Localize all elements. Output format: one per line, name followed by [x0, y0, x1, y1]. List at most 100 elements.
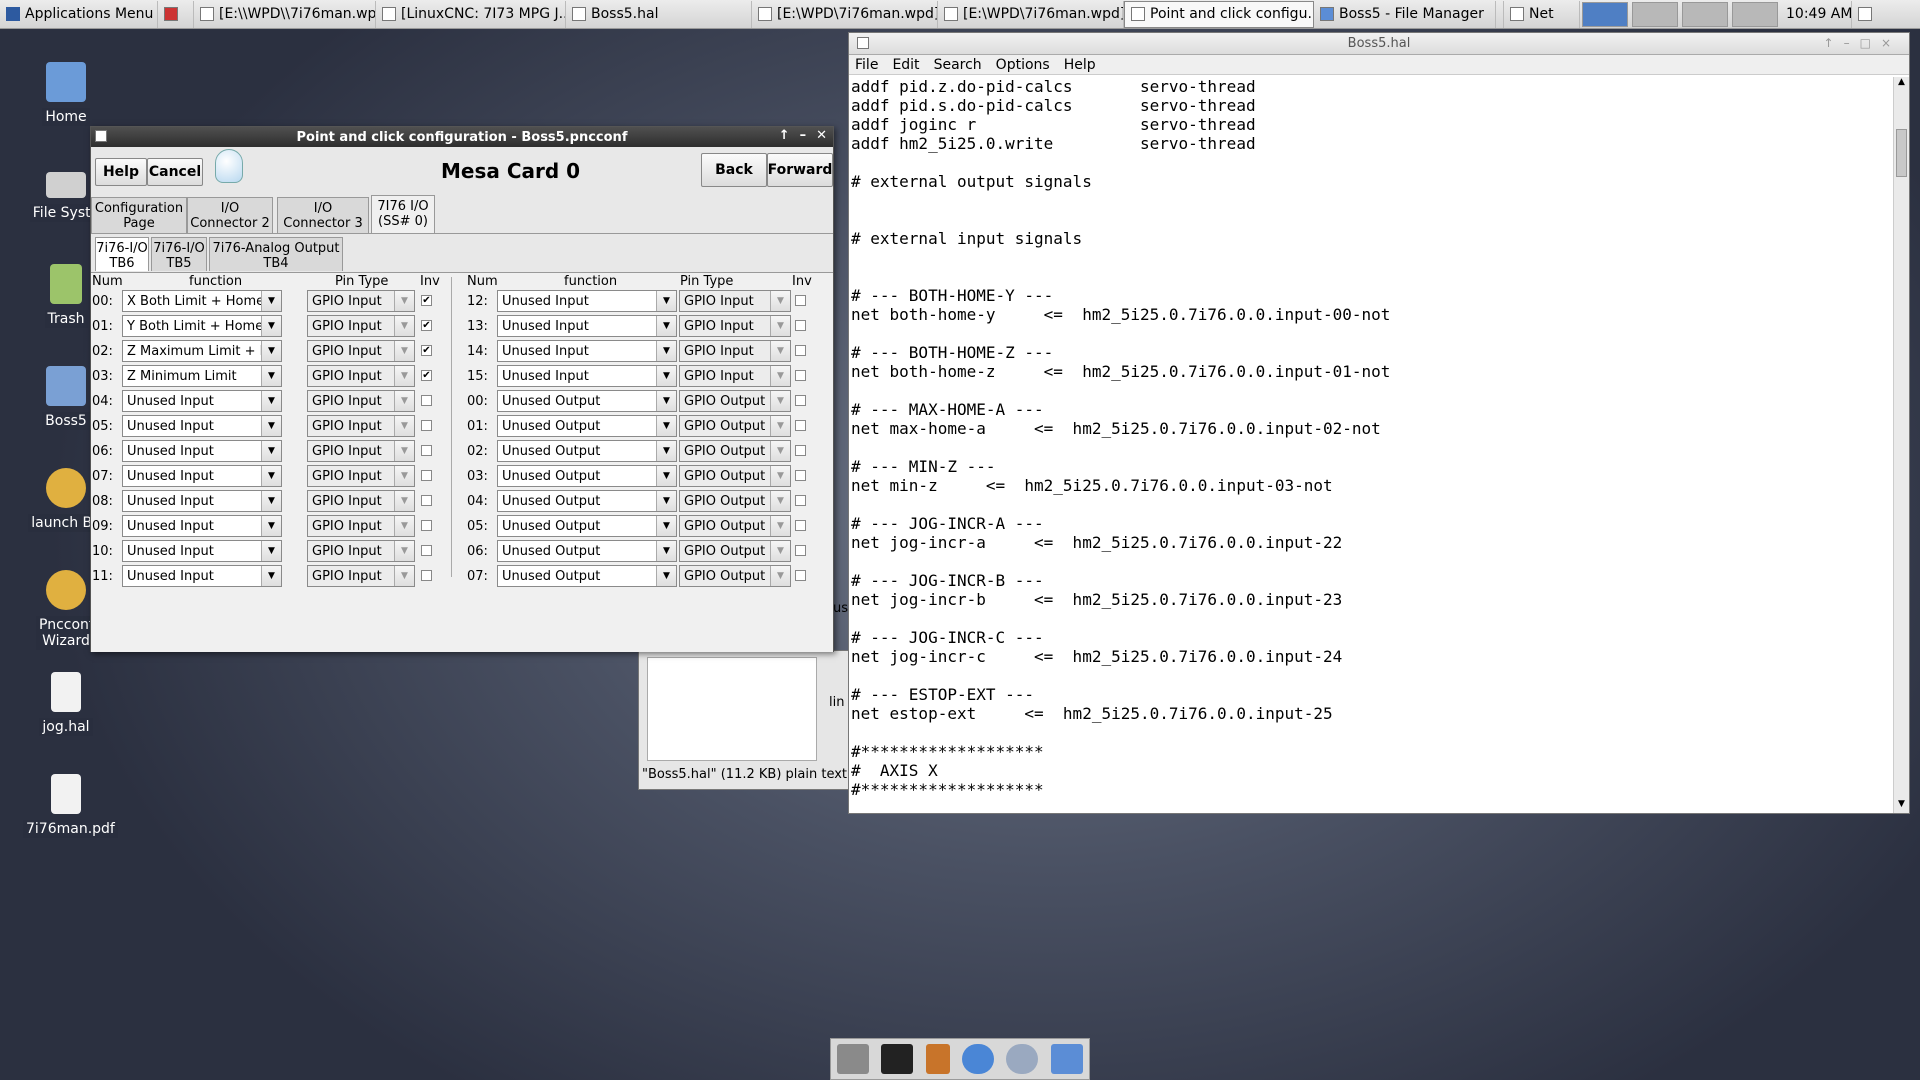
- pintype-combo[interactable]: GPIO Input ▼: [679, 340, 791, 362]
- maximize-icon[interactable]: ↑: [779, 128, 790, 143]
- dropdown-arrow-icon[interactable]: ▼: [656, 366, 676, 386]
- pintype-combo[interactable]: GPIO Input ▼: [679, 365, 791, 387]
- web-browser-icon[interactable]: [962, 1044, 995, 1074]
- workspace-1[interactable]: [1582, 1, 1628, 27]
- forward-button[interactable]: Forward: [767, 153, 833, 187]
- dropdown-arrow-icon[interactable]: ▼: [261, 291, 281, 311]
- pintype-combo[interactable]: GPIO Input ▼: [679, 315, 791, 337]
- dropdown-arrow-icon[interactable]: ▼: [770, 541, 790, 561]
- dropdown-arrow-icon[interactable]: ▼: [261, 566, 281, 586]
- invert-checkbox[interactable]: [421, 545, 432, 556]
- subtab-tb6[interactable]: 7i76-I/O TB6: [95, 237, 149, 271]
- function-combo[interactable]: Unused Input ▼: [122, 465, 282, 487]
- menu-help[interactable]: Help: [1064, 57, 1096, 73]
- dropdown-arrow-icon[interactable]: ▼: [770, 566, 790, 586]
- dropdown-arrow-icon[interactable]: ▼: [394, 541, 414, 561]
- pintype-combo[interactable]: GPIO Input ▼: [679, 290, 791, 312]
- dropdown-arrow-icon[interactable]: ▼: [394, 516, 414, 536]
- function-combo[interactable]: Unused Input ▼: [122, 390, 282, 412]
- dropdown-arrow-icon[interactable]: ▼: [770, 291, 790, 311]
- dropdown-arrow-icon[interactable]: ▼: [770, 416, 790, 436]
- pintype-combo[interactable]: GPIO Output ▼: [679, 465, 791, 487]
- editor-text-area[interactable]: addf pid.z.do-pid-calcs servo-thread addf…: [851, 77, 1891, 807]
- dropdown-arrow-icon[interactable]: ▼: [261, 316, 281, 336]
- cancel-button[interactable]: Cancel: [147, 158, 203, 186]
- function-combo[interactable]: Unused Input ▼: [122, 515, 282, 537]
- pintype-combo[interactable]: GPIO Input ▼: [307, 490, 415, 512]
- tab-io-connector-2[interactable]: I/O Connector 2: [187, 197, 273, 233]
- function-combo[interactable]: Unused Input ▼: [122, 415, 282, 437]
- window-controls[interactable]: ↑–□×: [1824, 36, 1901, 50]
- dropdown-arrow-icon[interactable]: ▼: [261, 441, 281, 461]
- scroll-thumb[interactable]: [1896, 129, 1907, 177]
- invert-checkbox[interactable]: [795, 470, 806, 481]
- dropdown-arrow-icon[interactable]: ▼: [656, 441, 676, 461]
- clock[interactable]: 10:49 AM: [1780, 0, 1852, 28]
- function-combo[interactable]: Unused Input ▼: [122, 440, 282, 462]
- terminal-icon[interactable]: [881, 1044, 914, 1074]
- menu-options[interactable]: Options: [996, 57, 1050, 73]
- dropdown-arrow-icon[interactable]: ▼: [770, 316, 790, 336]
- pintype-combo[interactable]: GPIO Output ▼: [679, 490, 791, 512]
- dropdown-arrow-icon[interactable]: ▼: [656, 466, 676, 486]
- pintype-combo[interactable]: GPIO Input ▼: [307, 540, 415, 562]
- task-button-0[interactable]: [E:\\WPD\\7i76man.wp...: [194, 0, 376, 28]
- invert-checkbox[interactable]: ✔: [421, 295, 432, 306]
- task-button-5[interactable]: Point and click configu...: [1124, 0, 1314, 28]
- menu-file[interactable]: File: [855, 57, 878, 73]
- dropdown-arrow-icon[interactable]: ▼: [656, 416, 676, 436]
- dropdown-arrow-icon[interactable]: ▼: [394, 566, 414, 586]
- pintype-combo[interactable]: GPIO Output ▼: [679, 515, 791, 537]
- dropdown-arrow-icon[interactable]: ▼: [770, 341, 790, 361]
- dropdown-arrow-icon[interactable]: ▼: [656, 291, 676, 311]
- dropdown-arrow-icon[interactable]: ▼: [770, 466, 790, 486]
- dropdown-arrow-icon[interactable]: ▼: [261, 341, 281, 361]
- invert-checkbox[interactable]: [421, 520, 432, 531]
- pintype-combo[interactable]: GPIO Input ▼: [307, 415, 415, 437]
- desktop-icon-pdf[interactable]: 7i76man.pdf: [23, 774, 118, 838]
- dropdown-arrow-icon[interactable]: ▼: [656, 566, 676, 586]
- dropdown-arrow-icon[interactable]: ▼: [656, 491, 676, 511]
- function-combo[interactable]: Unused Output ▼: [497, 540, 677, 562]
- pintype-combo[interactable]: GPIO Input ▼: [307, 440, 415, 462]
- pintype-combo[interactable]: GPIO Input ▼: [307, 290, 415, 312]
- function-combo[interactable]: Unused Output ▼: [497, 565, 677, 587]
- dropdown-arrow-icon[interactable]: ▼: [394, 466, 414, 486]
- help-button[interactable]: Help: [95, 158, 147, 186]
- close-icon[interactable]: ✕: [816, 128, 827, 143]
- back-button[interactable]: Back: [701, 153, 767, 187]
- editor-scrollbar[interactable]: ▲ ▼: [1893, 77, 1909, 813]
- dropdown-arrow-icon[interactable]: ▼: [261, 466, 281, 486]
- function-combo[interactable]: X Both Limit + Home ▼: [122, 290, 282, 312]
- function-combo[interactable]: Unused Input ▼: [497, 365, 677, 387]
- invert-checkbox[interactable]: [421, 470, 432, 481]
- dropdown-arrow-icon[interactable]: ▼: [261, 391, 281, 411]
- dropdown-arrow-icon[interactable]: ▼: [394, 366, 414, 386]
- pintype-combo[interactable]: GPIO Output ▼: [679, 390, 791, 412]
- dropdown-arrow-icon[interactable]: ▼: [770, 491, 790, 511]
- task-button-4[interactable]: [E:\WPD\7i76man.wpd]: [938, 0, 1124, 28]
- pintype-combo[interactable]: GPIO Input ▼: [307, 515, 415, 537]
- search-icon[interactable]: [1006, 1044, 1039, 1074]
- task-button-3[interactable]: [E:\WPD\7i76man.wpd]: [752, 0, 938, 28]
- invert-checkbox[interactable]: [795, 370, 806, 381]
- show-desktop-icon[interactable]: [837, 1044, 870, 1074]
- invert-checkbox[interactable]: [795, 545, 806, 556]
- dropdown-arrow-icon[interactable]: ▼: [261, 491, 281, 511]
- pintype-combo[interactable]: GPIO Output ▼: [679, 565, 791, 587]
- invert-checkbox[interactable]: ✔: [421, 320, 432, 331]
- dropdown-arrow-icon[interactable]: ▼: [261, 416, 281, 436]
- dropdown-arrow-icon[interactable]: ▼: [394, 441, 414, 461]
- task-button-1[interactable]: [LinuxCNC: 7I73 MPG J...: [376, 0, 566, 28]
- function-combo[interactable]: Unused Input ▼: [497, 315, 677, 337]
- pintype-combo[interactable]: GPIO Input ▼: [307, 315, 415, 337]
- desktop-icon-jog-hal[interactable]: jog.hal: [23, 672, 109, 736]
- function-combo[interactable]: Unused Input ▼: [497, 290, 677, 312]
- pncconf-titlebar[interactable]: Point and click configuration - Boss5.pn…: [91, 127, 833, 147]
- dropdown-arrow-icon[interactable]: ▼: [261, 366, 281, 386]
- scroll-up-arrow[interactable]: ▲: [1894, 77, 1909, 91]
- function-combo[interactable]: Y Both Limit + Home ▼: [122, 315, 282, 337]
- pintype-combo[interactable]: GPIO Output ▼: [679, 415, 791, 437]
- function-combo[interactable]: Unused Input ▼: [497, 340, 677, 362]
- dropdown-arrow-icon[interactable]: ▼: [394, 391, 414, 411]
